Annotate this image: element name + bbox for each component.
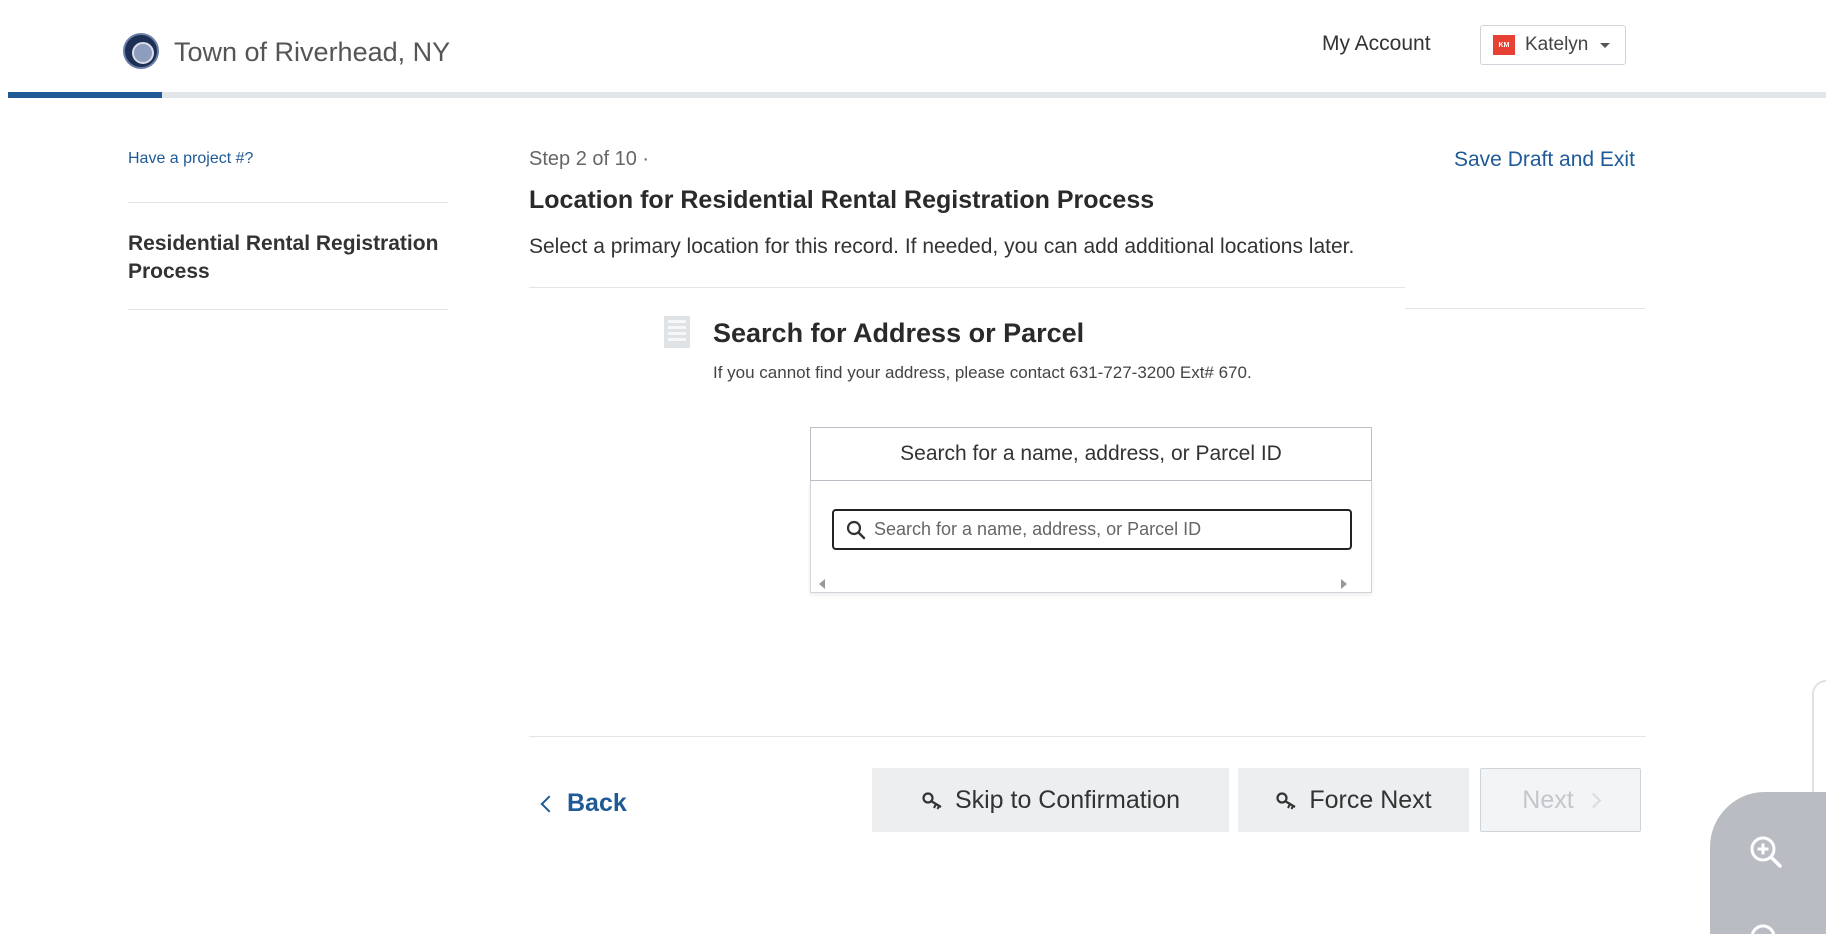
contact-note: If you cannot find your address, please … bbox=[713, 363, 1252, 382]
sidebar-divider bbox=[128, 202, 448, 203]
footer-divider bbox=[529, 736, 1646, 737]
section-divider bbox=[1405, 308, 1645, 309]
force-next-button[interactable]: Force Next bbox=[1238, 768, 1469, 832]
search-input[interactable] bbox=[874, 519, 1334, 540]
back-label: Back bbox=[567, 789, 627, 817]
search-heading: Search for Address or Parcel bbox=[713, 318, 1085, 348]
instruction-text: Select a primary location for this recor… bbox=[529, 235, 1355, 258]
section-divider bbox=[529, 287, 1405, 288]
key-icon bbox=[1276, 792, 1296, 810]
step-indicator: Step 2 of 10 · bbox=[529, 148, 650, 170]
user-name: Katelyn bbox=[1525, 34, 1589, 55]
search-icon bbox=[846, 520, 866, 539]
zoom-controls bbox=[1710, 792, 1826, 934]
scroll-right-arrow[interactable] bbox=[1341, 579, 1347, 589]
force-next-label: Force Next bbox=[1309, 785, 1432, 814]
chevron-right-icon bbox=[1585, 792, 1601, 808]
page-title: Location for Residential Rental Registra… bbox=[529, 186, 1155, 214]
scroll-left-arrow[interactable] bbox=[819, 579, 825, 589]
search-select-trigger[interactable]: Search for a name, address, or Parcel ID bbox=[810, 427, 1372, 481]
search-dropdown bbox=[810, 481, 1372, 593]
chevron-left-icon bbox=[540, 795, 558, 812]
town-seal-logo[interactable] bbox=[123, 33, 159, 69]
back-button[interactable]: Back bbox=[540, 789, 627, 818]
caret-down-icon bbox=[1600, 42, 1611, 48]
search-box[interactable] bbox=[832, 509, 1352, 550]
user-avatar: KM bbox=[1493, 35, 1515, 55]
next-label: Next bbox=[1522, 785, 1574, 814]
zoom-out-icon[interactable] bbox=[1746, 920, 1786, 934]
sidebar-divider bbox=[128, 309, 448, 310]
building-icon bbox=[664, 316, 690, 348]
next-button[interactable]: Next bbox=[1480, 768, 1641, 832]
have-project-link[interactable]: Have a project #? bbox=[128, 150, 253, 168]
skip-label: Skip to Confirmation bbox=[954, 785, 1181, 814]
skip-to-confirmation-button[interactable]: Skip to Confirmation bbox=[872, 768, 1229, 832]
save-draft-exit-link[interactable]: Save Draft and Exit bbox=[1454, 148, 1635, 172]
sidebar-process-title: Residential Rental Registration Process bbox=[128, 232, 439, 283]
my-account-link[interactable]: My Account bbox=[1322, 32, 1431, 56]
zoom-in-icon[interactable] bbox=[1746, 832, 1786, 872]
progress-bar bbox=[8, 92, 162, 98]
user-menu-button[interactable]: KM Katelyn bbox=[1480, 25, 1626, 65]
key-icon bbox=[922, 792, 942, 810]
town-name[interactable]: Town of Riverhead, NY bbox=[174, 37, 450, 68]
